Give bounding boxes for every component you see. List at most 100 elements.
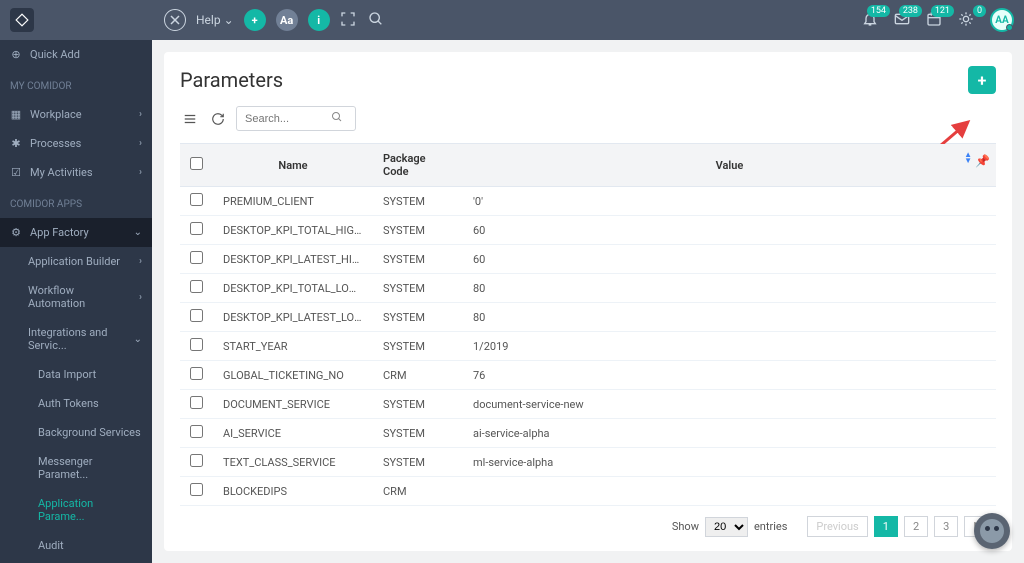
calendar-icon[interactable]: 121 (926, 11, 944, 29)
sidebar-item-messenger[interactable]: Messenger Paramet... (0, 447, 152, 489)
fullscreen-icon[interactable] (340, 11, 358, 29)
sidebar: ⊕ Quick Add MY COMIDOR ▦ Workplace › ✱ P… (0, 40, 152, 563)
sidebar-item-app-factory[interactable]: ⚙ App Factory ⌄ (0, 218, 152, 247)
table-row[interactable]: DESKTOP_KPI_LATEST_HIGHER_... SYSTEM 60 (180, 245, 996, 274)
chevron-down-icon: ⌄ (224, 13, 234, 27)
new-button[interactable]: + (244, 9, 266, 31)
pin-icon[interactable]: 📌 (975, 154, 990, 168)
help-menu[interactable]: Help ⌄ (196, 13, 234, 27)
cell-pkg: SYSTEM (373, 245, 463, 274)
theme-badge: 0 (973, 5, 986, 17)
table-row[interactable]: DOCUMENT_SERVICE SYSTEM document-service… (180, 390, 996, 419)
topbar: Help ⌄ + Aa i 154 238 121 0 AA (0, 0, 1024, 40)
table-row[interactable]: TEXT_CLASS_SERVICE SYSTEM ml-service-alp… (180, 448, 996, 477)
sidebar-item-processes[interactable]: ✱ Processes › (0, 129, 152, 158)
mail-badge: 238 (899, 5, 922, 17)
cell-value: 60 (463, 216, 996, 245)
sidebar-section-apps: COMIDOR APPS (0, 187, 152, 218)
table-row[interactable]: START_YEAR SYSTEM 1/2019 (180, 332, 996, 361)
pager-3[interactable]: 3 (934, 516, 958, 537)
table-row[interactable]: AI_SERVICE SYSTEM ai-service-alpha (180, 419, 996, 448)
sort-icon[interactable]: ▲▼ (964, 152, 972, 164)
font-size-button[interactable]: Aa (276, 9, 298, 31)
menu-icon[interactable] (180, 109, 200, 129)
cell-name: GLOBAL_TICKETING_NO (213, 361, 373, 390)
table-wrap: Name Package Code Value ▲▼ 📌 PREMIUM_CLI… (180, 143, 996, 506)
col-name[interactable]: Name (213, 144, 373, 187)
table-row[interactable]: ISPBOTS CRM (180, 506, 996, 507)
cell-value: '0' (463, 187, 996, 216)
table-row[interactable]: PREMIUM_CLIENT SYSTEM '0' (180, 187, 996, 216)
row-checkbox[interactable] (190, 425, 203, 438)
cell-name: PREMIUM_CLIENT (213, 187, 373, 216)
select-all-checkbox[interactable] (190, 157, 203, 170)
row-checkbox[interactable] (190, 309, 203, 322)
gear-icon: ⚙ (10, 227, 22, 239)
sidebar-item-label: Messenger Paramet... (38, 455, 142, 481)
card-header: Parameters + (180, 66, 996, 94)
pager-1[interactable]: 1 (874, 516, 898, 537)
refresh-icon[interactable] (208, 109, 228, 129)
cell-name: DESKTOP_KPI_LATEST_HIGHER_... (213, 245, 373, 274)
sidebar-item-label: App Factory (30, 226, 89, 239)
cell-name: DESKTOP_KPI_LATEST_LOWER_T... (213, 303, 373, 332)
search-box[interactable] (236, 106, 356, 131)
sidebar-item-bg-services[interactable]: Background Services (0, 418, 152, 447)
cell-value: 1/2019 (463, 332, 996, 361)
chevron-right-icon: › (139, 167, 142, 178)
search-input[interactable] (245, 113, 325, 125)
search-icon[interactable] (368, 11, 386, 29)
sidebar-item-data-import[interactable]: Data Import (0, 360, 152, 389)
row-checkbox[interactable] (190, 280, 203, 293)
sidebar-item-workflow-auto[interactable]: Workflow Automation › (0, 276, 152, 318)
cell-pkg: SYSTEM (373, 216, 463, 245)
cell-value (463, 506, 996, 507)
pager-2[interactable]: 2 (904, 516, 928, 537)
table-row[interactable]: DESKTOP_KPI_TOTAL_HIGHER_T... SYSTEM 60 (180, 216, 996, 245)
sidebar-item-workplace[interactable]: ▦ Workplace › (0, 100, 152, 129)
col-pkg[interactable]: Package Code (373, 144, 463, 187)
app-logo[interactable] (10, 8, 34, 32)
row-checkbox[interactable] (190, 483, 203, 496)
sidebar-item-quick-add[interactable]: ⊕ Quick Add (0, 40, 152, 69)
chevron-down-icon: ⌄ (134, 334, 142, 345)
row-checkbox[interactable] (190, 193, 203, 206)
row-checkbox[interactable] (190, 454, 203, 467)
add-button[interactable]: + (968, 66, 996, 94)
bell-icon[interactable]: 154 (862, 11, 880, 29)
parameters-table: Name Package Code Value ▲▼ 📌 PREMIUM_CLI… (180, 144, 996, 506)
row-checkbox[interactable] (190, 367, 203, 380)
chat-widget[interactable] (974, 513, 1010, 549)
sidebar-item-app-params[interactable]: Application Parame... (0, 489, 152, 531)
row-checkbox[interactable] (190, 338, 203, 351)
table-row[interactable]: BLOCKEDIPS CRM (180, 477, 996, 506)
sidebar-item-app-builder[interactable]: Application Builder › (0, 247, 152, 276)
mail-icon[interactable]: 238 (894, 11, 912, 29)
sidebar-item-auth-tokens[interactable]: Auth Tokens (0, 389, 152, 418)
cell-pkg: CRM (373, 361, 463, 390)
avatar[interactable]: AA (990, 8, 1014, 32)
cell-pkg: SYSTEM (373, 303, 463, 332)
chevron-right-icon: › (139, 109, 142, 120)
col-value[interactable]: Value ▲▼ 📌 (463, 144, 996, 187)
info-button[interactable]: i (308, 9, 330, 31)
pager-prev[interactable]: Previous (807, 516, 867, 537)
row-checkbox[interactable] (190, 222, 203, 235)
row-checkbox[interactable] (190, 251, 203, 264)
cell-name: ISPBOTS (213, 506, 373, 507)
table-row[interactable]: DESKTOP_KPI_TOTAL_LOWER_T... SYSTEM 80 (180, 274, 996, 303)
table-row[interactable]: DESKTOP_KPI_LATEST_LOWER_T... SYSTEM 80 (180, 303, 996, 332)
theme-icon[interactable]: 0 (958, 11, 976, 29)
sidebar-item-label: Audit (38, 539, 64, 552)
cal-badge: 121 (931, 5, 954, 17)
page-size-select[interactable]: 20 (705, 517, 748, 537)
cell-pkg: SYSTEM (373, 448, 463, 477)
row-checkbox[interactable] (190, 396, 203, 409)
sidebar-item-activities[interactable]: ☑ My Activities › (0, 158, 152, 187)
sidebar-item-label: Workflow Automation (28, 284, 131, 310)
table-row[interactable]: GLOBAL_TICKETING_NO CRM 76 (180, 361, 996, 390)
search-icon[interactable] (331, 111, 343, 126)
sidebar-item-audit[interactable]: Audit (0, 531, 152, 560)
close-button[interactable] (164, 9, 186, 31)
sidebar-item-integrations[interactable]: Integrations and Servic... ⌄ (0, 318, 152, 360)
